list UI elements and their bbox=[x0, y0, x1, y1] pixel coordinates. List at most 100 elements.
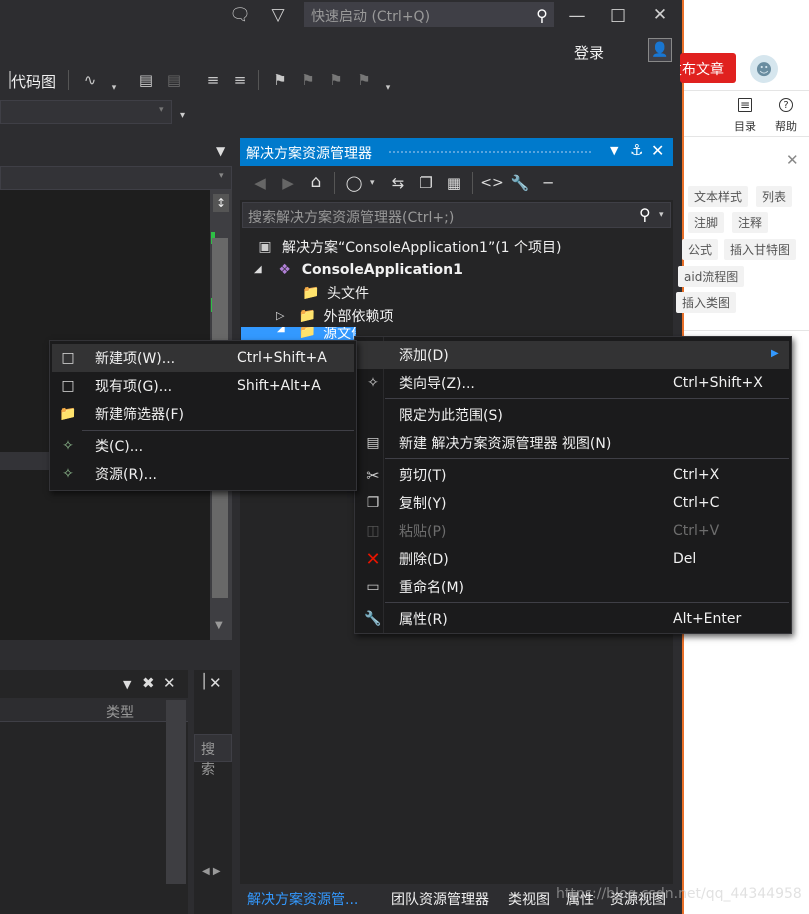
close-icon[interactable]: ✕ bbox=[786, 151, 799, 169]
show-all-files-icon[interactable]: ▦ bbox=[444, 173, 464, 193]
paste-icon: ◫ bbox=[366, 523, 380, 539]
tab-team-explorer[interactable]: 团队资源管理器 bbox=[391, 889, 489, 909]
menu-item-copy[interactable]: ❐ 复制(Y) Ctrl+C bbox=[357, 489, 789, 517]
next-bookmark-icon: ⚑ bbox=[329, 71, 343, 89]
close-icon[interactable]: ✕ bbox=[163, 674, 176, 692]
scroll-down-icon[interactable]: ▼ bbox=[215, 620, 223, 631]
pin-icon[interactable]: ⚓ bbox=[630, 141, 643, 159]
tree-item-project[interactable]: ◢ ❖ ConsoleApplication1 bbox=[254, 258, 463, 281]
menu-item-existing-item[interactable]: □ 现有项(G)... Shift+Alt+A bbox=[52, 372, 354, 400]
menu-item-scope-to-this[interactable]: 限定为此范围(S) bbox=[357, 401, 789, 429]
navigation-dropdown[interactable]: ▾ bbox=[0, 166, 232, 190]
menu-item-resource[interactable]: ✧ 资源(R)... bbox=[52, 460, 354, 488]
menu-item-delete[interactable]: ✕ 删除(D) Del bbox=[357, 545, 789, 573]
tab-class-view[interactable]: 类视图 bbox=[508, 889, 550, 909]
add-submenu: □ 新建项(W)... Ctrl+Shift+A □ 现有项(G)... Shi… bbox=[49, 340, 357, 491]
tag-footnote[interactable]: 注脚 bbox=[688, 212, 725, 233]
properties-wrench-icon[interactable]: 🔧 bbox=[510, 173, 530, 193]
dropdown-icon[interactable]: ▼ bbox=[610, 144, 618, 157]
scroll-left-icon[interactable]: ◀ ▶ bbox=[202, 866, 221, 877]
class-wizard-icon: ✧ bbox=[367, 375, 379, 391]
filter-icon[interactable]: ▽ bbox=[266, 3, 290, 27]
tree-item-sources-selected[interactable]: ◢ 📁 源文件 bbox=[241, 327, 356, 341]
code-map-button[interactable]: 代码图 bbox=[11, 71, 56, 92]
menu-item-cut[interactable]: ✂ 剪切(T) Ctrl+X bbox=[357, 461, 789, 489]
tree-item-headers[interactable]: 📁 头文件 bbox=[302, 281, 369, 304]
close-icon[interactable]: ✕ bbox=[651, 141, 664, 160]
solution-icon: ▣ bbox=[258, 238, 272, 255]
dropdown-arrow-icon[interactable]: ▾ bbox=[378, 78, 398, 98]
menu-item-properties[interactable]: 🔧 属性(R) Alt+Enter bbox=[357, 605, 789, 633]
project-icon: ❖ bbox=[278, 261, 291, 278]
menu-item-new-item[interactable]: □ 新建项(W)... Ctrl+Shift+A bbox=[52, 344, 354, 372]
config-dropdown[interactable]: ▾ bbox=[0, 100, 172, 124]
account-avatar-icon[interactable]: 👤 bbox=[648, 38, 672, 62]
menu-item-new-view[interactable]: ▤ 新建 解决方案资源管理器 视图(N) bbox=[357, 429, 789, 457]
publish-button[interactable]: 发布文章 bbox=[680, 53, 736, 83]
toolbar-overflow-icon[interactable]: ▾ bbox=[180, 110, 185, 121]
collapsed-arrow-icon[interactable]: ▷ bbox=[276, 309, 284, 322]
tag-comment[interactable]: 注释 bbox=[732, 212, 769, 233]
menu-item-rename[interactable]: ▭ 重命名(M) bbox=[357, 573, 789, 601]
help-icon[interactable]: ? bbox=[779, 98, 793, 112]
expanded-arrow-icon[interactable]: ◢ bbox=[254, 264, 262, 275]
pin-icon[interactable]: ✖ bbox=[142, 674, 155, 692]
bookmark-icon[interactable]: ⚑ bbox=[270, 70, 290, 90]
solution-explorer-title: 解决方案资源管理器 ▼ ⚓ ✕ bbox=[240, 138, 673, 166]
feedback-icon[interactable]: 🗨 bbox=[228, 3, 252, 27]
search-icon[interactable]: ⚲ bbox=[532, 5, 552, 25]
close-icon[interactable]: ✕ bbox=[648, 3, 672, 27]
login-link[interactable]: 登录 bbox=[574, 42, 604, 63]
search-input[interactable]: 搜索 bbox=[194, 734, 232, 778]
minimize-icon[interactable]: — bbox=[565, 4, 589, 28]
tag-gantt[interactable]: 插入甘特图 bbox=[724, 239, 797, 260]
collapse-all-icon[interactable]: ❐ bbox=[416, 173, 436, 193]
history-icon[interactable]: ◯ bbox=[344, 173, 364, 193]
tab-list-dropdown-icon[interactable]: ▼ bbox=[216, 144, 225, 158]
help-label[interactable]: 帮助 bbox=[775, 118, 797, 134]
bookmark-clear-icon[interactable]: ∿ bbox=[80, 70, 100, 90]
back-icon: ◀ bbox=[254, 174, 266, 192]
context-menu: 添加(D) ▶ ✧ 类向导(Z)... Ctrl+Shift+X 限定为此范围(… bbox=[354, 336, 792, 634]
expanded-arrow-icon[interactable]: ◢ bbox=[277, 327, 285, 334]
indent-icon[interactable]: ≡ bbox=[203, 70, 223, 90]
new-view-icon: ▤ bbox=[366, 435, 380, 451]
menu-item-new-filter[interactable]: 📁 新建筛选器(F) bbox=[52, 400, 354, 428]
output-panel: ▼ ✖ ✕ 类型 bbox=[0, 670, 188, 914]
preview-icon[interactable]: ─ bbox=[538, 173, 558, 193]
comment-icon[interactable]: ≡ bbox=[230, 70, 250, 90]
secondary-panel: │ ✕ 搜索 ◀ ▶ bbox=[194, 670, 232, 914]
tag-text-style[interactable]: 文本样式 bbox=[688, 186, 749, 207]
quick-launch-input[interactable]: 快速启动 (Ctrl+Q) bbox=[304, 2, 554, 27]
toc-label[interactable]: 目录 bbox=[734, 118, 756, 134]
close-icon[interactable]: ✕ bbox=[209, 674, 222, 692]
panel-scrollbar[interactable] bbox=[166, 700, 186, 884]
align-icon[interactable]: ▤ bbox=[136, 70, 156, 90]
sync-icon[interactable]: ⇆ bbox=[388, 173, 408, 193]
menu-item-class[interactable]: ✧ 类(C)... bbox=[52, 432, 354, 460]
menu-item-add[interactable]: 添加(D) ▶ bbox=[357, 341, 789, 369]
tag-class-diagram[interactable]: 插入类图 bbox=[676, 292, 737, 313]
search-icon[interactable]: ⚲ bbox=[639, 205, 651, 224]
toolbar-divider bbox=[472, 172, 473, 194]
view-code-icon[interactable]: <> bbox=[480, 173, 503, 193]
watermark-text: https://blog.csdn.net/qq_44344958 bbox=[556, 886, 802, 902]
search-options-icon[interactable]: ▾ bbox=[659, 210, 664, 220]
tab-solution-explorer[interactable]: 解决方案资源管... bbox=[247, 889, 358, 909]
split-icon[interactable]: ↕ bbox=[213, 194, 229, 212]
toc-icon[interactable]: ≡ bbox=[738, 98, 752, 112]
avatar[interactable]: ☻ bbox=[750, 55, 778, 83]
maximize-icon[interactable]: □ bbox=[606, 3, 630, 27]
tag-formula[interactable]: 公式 bbox=[682, 239, 719, 260]
home-icon[interactable]: ⌂ bbox=[306, 172, 326, 192]
type-column-header[interactable]: 类型 bbox=[106, 702, 134, 722]
panel-dropdown-icon[interactable]: ▼ bbox=[123, 678, 131, 691]
dropdown-arrow-icon[interactable]: ▾ bbox=[104, 78, 124, 98]
tree-item-solution[interactable]: ▣ 解决方案“ConsoleApplication1”(1 个项目) bbox=[256, 235, 561, 258]
tag-list[interactable]: 列表 bbox=[756, 186, 793, 207]
tree-item-external-deps[interactable]: ▷ 📁 外部依赖项 bbox=[276, 304, 393, 327]
solution-search-input[interactable]: 搜索解决方案资源管理器(Ctrl+;) ⚲ ▾ bbox=[242, 202, 671, 228]
dropdown-arrow-icon[interactable]: ▾ bbox=[370, 178, 375, 188]
menu-item-class-wizard[interactable]: ✧ 类向导(Z)... Ctrl+Shift+X bbox=[357, 369, 789, 397]
tag-flowchart[interactable]: aid流程图 bbox=[678, 266, 745, 287]
